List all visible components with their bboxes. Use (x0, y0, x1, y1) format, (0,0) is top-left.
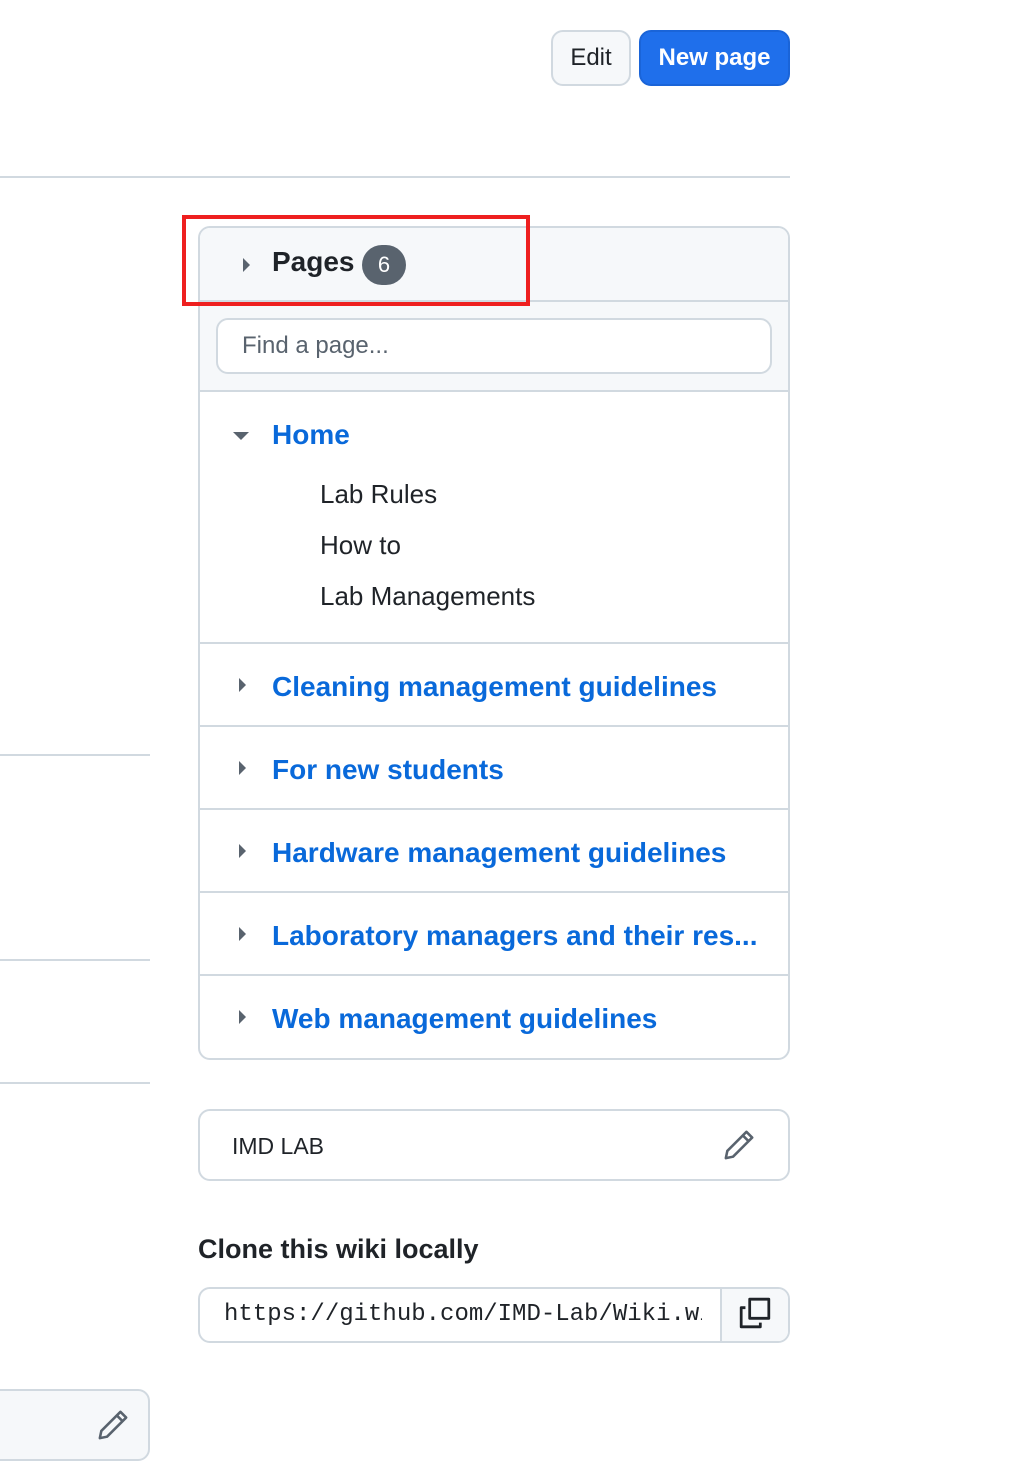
caret-down-icon[interactable] (233, 432, 249, 440)
page-search-input[interactable] (216, 318, 772, 374)
copy-button[interactable] (720, 1289, 788, 1341)
page-search-container (200, 302, 788, 392)
header-divider (0, 176, 790, 178)
page-link-hardware-management-guidelines[interactable]: Hardware management guidelines (272, 837, 726, 869)
clone-title: Clone this wiki locally (198, 1234, 479, 1264)
custom-sidebar-text: IMD LAB (232, 1133, 325, 1159)
page-link-home[interactable]: Home (272, 419, 350, 451)
footer-edit-box (0, 1389, 150, 1461)
row-divider (200, 891, 788, 893)
edit-button[interactable]: Edit (551, 30, 631, 86)
pencil-icon[interactable] (96, 1408, 130, 1447)
content-divider (0, 754, 150, 756)
page-link-web-management-guidelines[interactable]: Web management guidelines (272, 1003, 657, 1035)
caret-right-icon[interactable] (239, 1010, 246, 1024)
highlight-box (182, 215, 530, 306)
clone-url-field[interactable]: https://github.com/IMD-Lab/Wiki.wiki.git (198, 1287, 790, 1343)
clone-url-text[interactable]: https://github.com/IMD-Lab/Wiki.wiki.git (224, 1301, 702, 1328)
page-link-laboratory-managers[interactable]: Laboratory managers and their res... (272, 920, 758, 952)
row-divider (200, 974, 788, 976)
custom-sidebar-box: IMD LAB (198, 1109, 790, 1181)
content-divider (0, 1082, 150, 1084)
page-link-for-new-students[interactable]: For new students (272, 754, 504, 786)
pages-sidebar: Pages 6 Home Lab Rules How to Lab Manage… (198, 226, 790, 1060)
page-link-cleaning-management-guidelines[interactable]: Cleaning management guidelines (272, 671, 717, 703)
heading-link-lab-rules[interactable]: Lab Rules (320, 479, 437, 510)
caret-right-icon[interactable] (239, 761, 246, 775)
heading-link-how-to[interactable]: How to (320, 530, 401, 561)
caret-right-icon[interactable] (239, 678, 246, 692)
row-divider (200, 642, 788, 644)
heading-link-lab-managements[interactable]: Lab Managements (320, 581, 535, 612)
new-page-button[interactable]: New page (639, 30, 790, 86)
row-divider (200, 725, 788, 727)
caret-right-icon[interactable] (239, 927, 246, 941)
row-divider (200, 808, 788, 810)
pencil-icon[interactable] (722, 1128, 756, 1167)
content-divider (0, 959, 150, 961)
caret-right-icon[interactable] (239, 844, 246, 858)
copy-icon (738, 1296, 772, 1335)
